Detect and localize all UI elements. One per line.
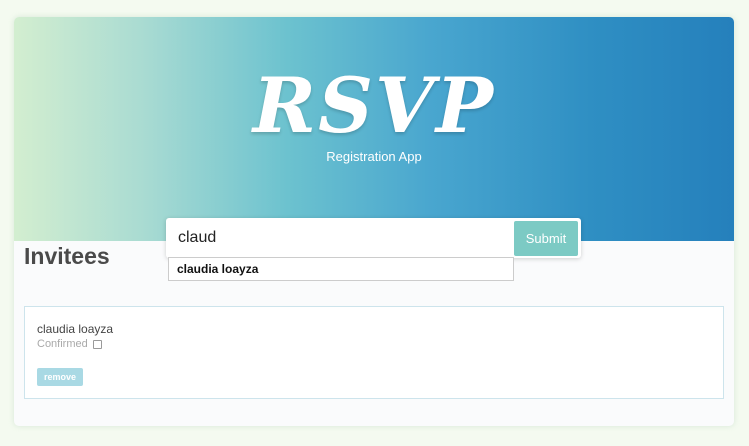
invitee-name: claudia loayza bbox=[37, 322, 114, 336]
autocomplete-suggestion[interactable]: claudia loayza bbox=[168, 257, 514, 281]
invitees-title: Invitees bbox=[24, 243, 110, 269]
remove-button[interactable]: remove bbox=[37, 368, 83, 386]
app-subtitle: Registration App bbox=[326, 149, 422, 164]
app-container: RSVP Registration App Invitees claudia l… bbox=[14, 17, 734, 426]
app-logo: RSVP bbox=[252, 61, 496, 150]
confirmed-row: Confirmed bbox=[37, 337, 102, 352]
confirmed-label: Confirmed bbox=[37, 338, 88, 350]
registration-form: Submit bbox=[166, 218, 581, 258]
submit-button[interactable]: Submit bbox=[514, 221, 578, 256]
invitee-input[interactable] bbox=[166, 218, 496, 258]
invitee-card: claudia loayza Confirmed remove bbox=[24, 306, 724, 399]
confirmed-checkbox[interactable] bbox=[92, 340, 102, 349]
header-banner: RSVP Registration App bbox=[14, 17, 734, 241]
